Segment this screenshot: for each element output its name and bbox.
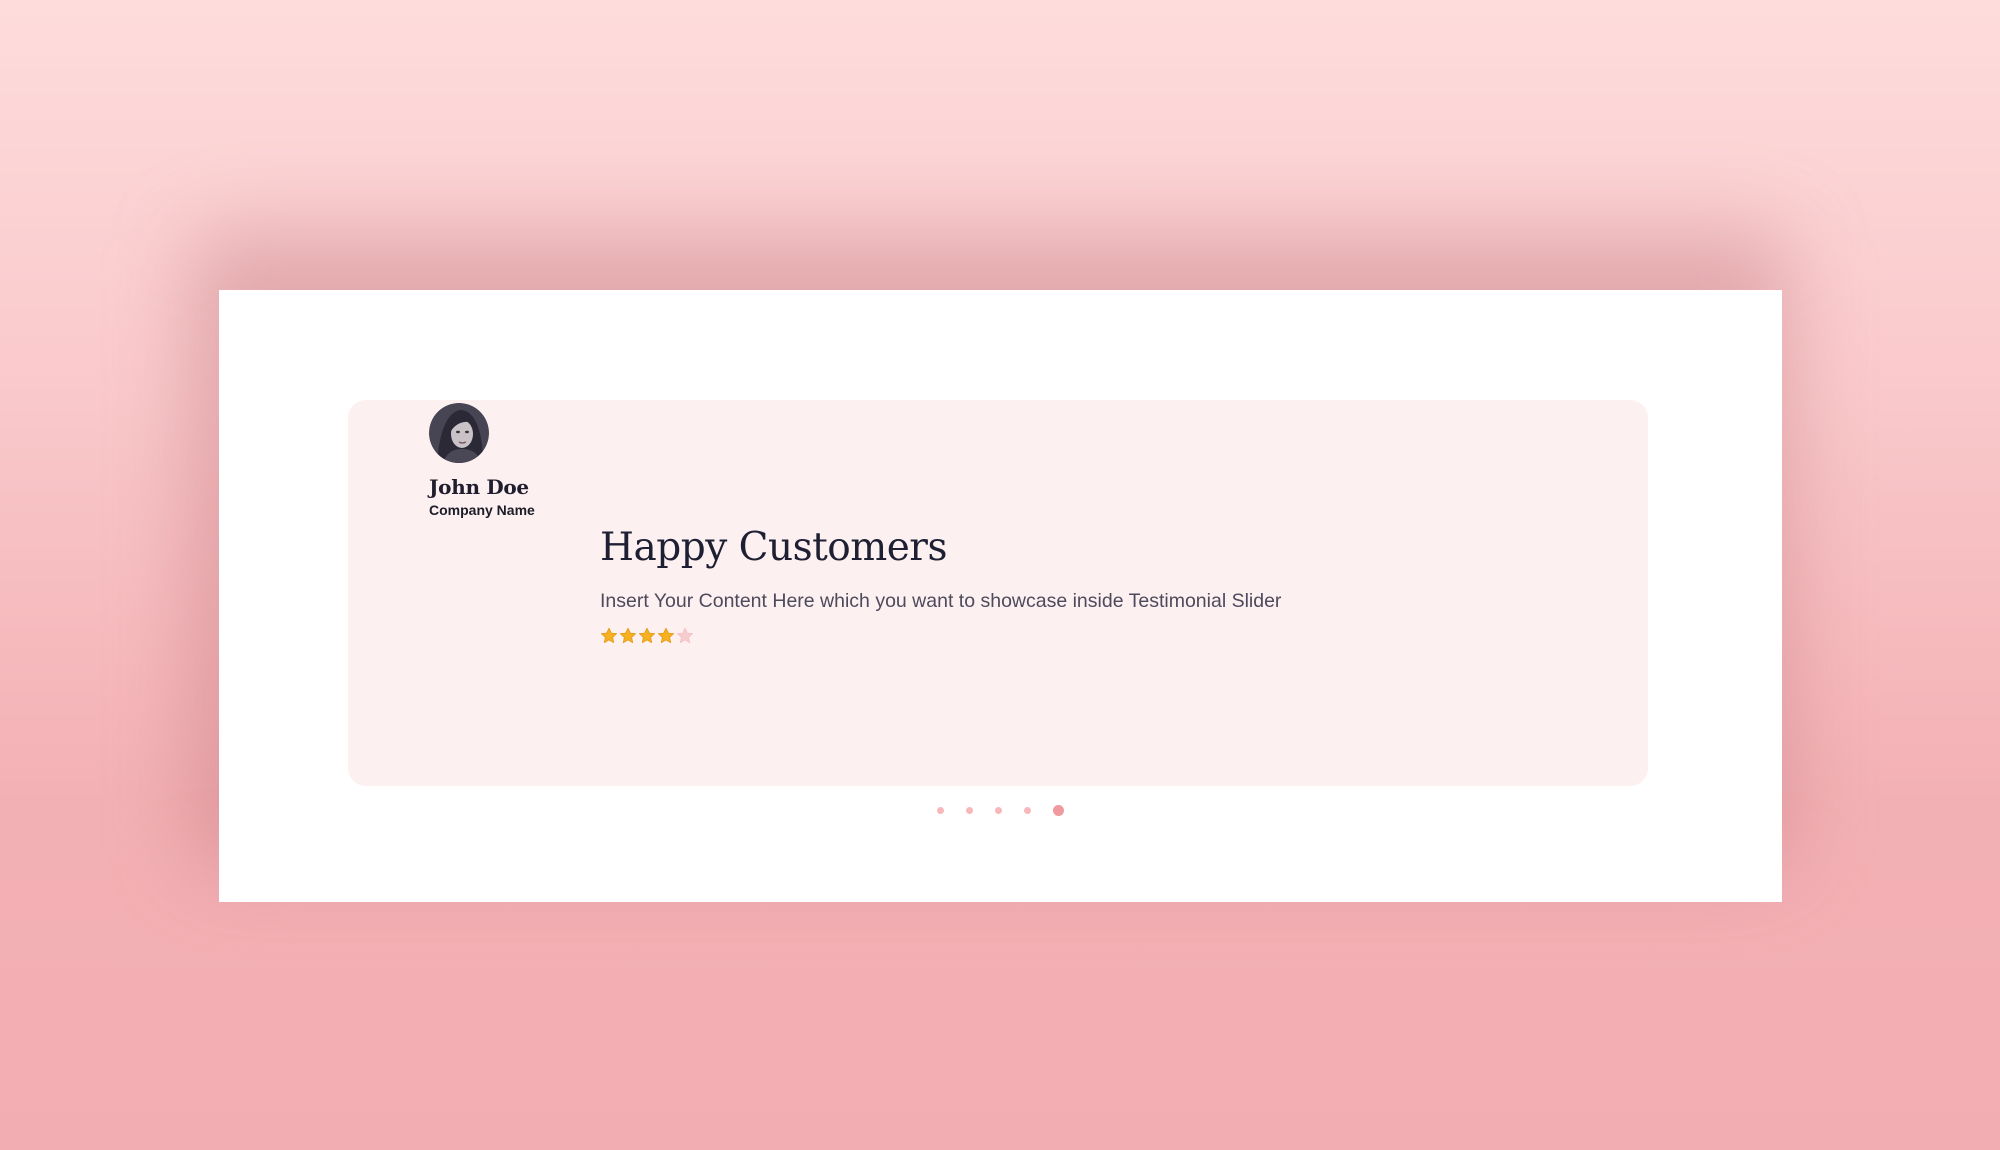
testimonial-headline: Happy Customers bbox=[600, 525, 947, 570]
slider-dot-3[interactable] bbox=[995, 807, 1002, 814]
author-block: John Doe Company Name bbox=[429, 403, 535, 518]
slider-dot-1[interactable] bbox=[937, 807, 944, 814]
star-filled-icon bbox=[639, 627, 655, 643]
slider-dot-4[interactable] bbox=[1024, 807, 1031, 814]
star-empty-icon bbox=[677, 627, 693, 643]
slider-pagination bbox=[219, 805, 1782, 816]
star-filled-icon bbox=[658, 627, 674, 643]
star-filled-icon bbox=[620, 627, 636, 643]
company-name: Company Name bbox=[429, 502, 535, 518]
testimonial-slide: John Doe Company Name Happy Customers In… bbox=[348, 400, 1648, 786]
avatar bbox=[429, 403, 489, 463]
slider-dot-2[interactable] bbox=[966, 807, 973, 814]
testimonial-content: Happy Customers Insert Your Content Here… bbox=[600, 525, 1281, 645]
author-name: John Doe bbox=[429, 475, 529, 499]
slider-dot-5[interactable] bbox=[1053, 805, 1064, 816]
star-rating bbox=[600, 627, 1281, 645]
page-frame: John Doe Company Name Happy Customers In… bbox=[219, 290, 1782, 902]
star-filled-icon bbox=[601, 627, 617, 643]
testimonial-text: Insert Your Content Here which you want … bbox=[600, 590, 1282, 612]
